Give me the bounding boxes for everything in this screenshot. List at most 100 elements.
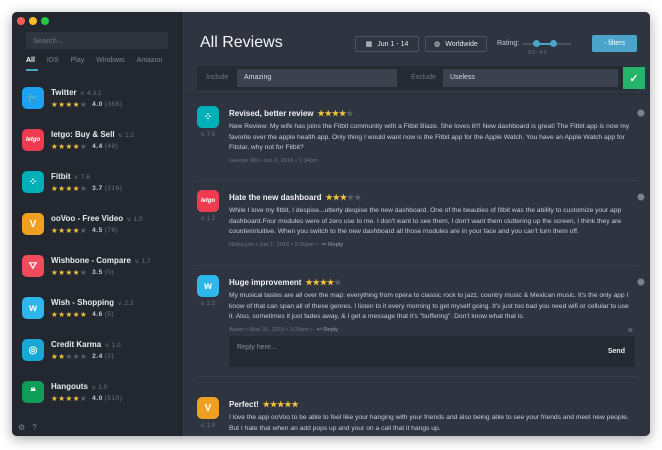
app-version: v. 1.2: [118, 132, 134, 139]
tab-all[interactable]: All: [26, 57, 35, 64]
star-icon: ★: [339, 193, 347, 202]
app-rating: 4.4: [92, 143, 103, 150]
star-icon: ★: [334, 278, 342, 287]
window-controls: [17, 17, 49, 25]
send-button[interactable]: Send: [608, 348, 625, 355]
wish-icon: w: [22, 297, 44, 319]
star-icon: ★: [65, 394, 73, 403]
app-version: v. 1.0: [127, 216, 143, 223]
search-input[interactable]: Search...: [26, 32, 168, 49]
calendar-icon: ▦: [365, 41, 373, 48]
app-name: Hangouts v. 1.0: [51, 382, 108, 391]
sidebar-app-item[interactable]: ◎ Credit Karma v. 1.0 ★ ★ ★ ★ ★ 2.4 (2): [12, 334, 182, 376]
help-icon[interactable]: ?: [32, 423, 36, 432]
star-icon: ★: [65, 268, 73, 277]
reply-link[interactable]: ↩ Reply: [317, 327, 338, 333]
review-meta: Adam • May 31, 2016 • 3:25pm • ↩ Reply: [229, 326, 339, 333]
star-icon: ★: [58, 352, 66, 361]
review-app-version: v. 2.2: [200, 301, 216, 307]
star-icon: ★: [51, 142, 59, 151]
date-range-label: Jun 1 - 14: [377, 40, 409, 48]
review-meta: NikkiLynn • Jun 1, 2016 • 5:20pm • ↩ Repl…: [229, 241, 343, 248]
tab-ios[interactable]: iOS: [47, 57, 59, 64]
sidebar-app-item[interactable]: letgo letgo: Buy & Sell v. 1.2 ★ ★ ★ ★ ★ 4.4 (48): [12, 124, 182, 166]
star-icon: ★: [65, 226, 73, 235]
region-button[interactable]: ◍ Worldwide: [425, 36, 487, 52]
fitbit-icon: ⁘: [197, 106, 219, 128]
star-icon: ★: [325, 193, 333, 202]
app-name: Wishbone - Compare v. 1.7: [51, 256, 151, 265]
star-icon: ★: [319, 278, 327, 287]
sidebar: Search... All iOS Play Windows Amazon 🐦 T…: [12, 12, 182, 436]
app-version: v. 2.2: [118, 300, 134, 307]
apply-filter-button[interactable]: ✓: [623, 67, 645, 89]
include-input[interactable]: Amazing: [237, 69, 397, 87]
review-body: While I love my fitbit, I despise...utte…: [229, 207, 622, 235]
date-range-button[interactable]: ▦ Jun 1 - 14: [355, 36, 419, 52]
app-stars: ★ ★ ★ ★ ★ 4.0 (356): [51, 100, 122, 109]
app-version: v. 4.3.1: [80, 90, 102, 97]
star-icon: ★: [51, 310, 59, 319]
star-icon: ★: [58, 394, 66, 403]
reply-link[interactable]: ↩ Reply: [322, 242, 343, 248]
review-title: Revised, better review ★★★★★: [229, 109, 354, 118]
star-icon: ★: [312, 278, 320, 287]
star-icon: ★: [332, 193, 340, 202]
app-version: v. 1.0: [105, 342, 121, 349]
active-tab-indicator: [26, 69, 38, 71]
app-review-count: (48): [104, 143, 119, 150]
tab-windows[interactable]: Windows: [96, 57, 124, 64]
review-stars: ★★★★★: [263, 400, 299, 409]
star-icon: ★: [72, 394, 80, 403]
app-rating: 4.6: [92, 311, 103, 318]
close-window-button[interactable]: [17, 17, 25, 25]
app-window: Search... All iOS Play Windows Amazon 🐦 T…: [12, 12, 650, 436]
rating-slider-min-handle[interactable]: [533, 40, 540, 47]
review-separator: [197, 180, 637, 181]
app-stars: ★ ★ ★ ★ ★ 2.4 (2): [51, 352, 114, 361]
star-icon: ★: [79, 100, 88, 109]
app-list: 🐦 Twitter v. 4.3.1 ★ ★ ★ ★ ★ 4.0 (356) letgo letgo:…: [12, 82, 182, 418]
star-icon: ★: [65, 142, 73, 151]
review-app-version: v. 1.2: [200, 216, 216, 222]
gear-icon[interactable]: ⚙: [18, 423, 25, 432]
star-icon: ★: [65, 310, 73, 319]
tab-amazon[interactable]: Amazon: [137, 57, 163, 64]
tab-play[interactable]: Play: [71, 57, 85, 64]
review-title: Hate the new dashboard ★★★★★: [229, 193, 362, 202]
app-stars: ★ ★ ★ ★ ★ 4.4 (48): [51, 142, 118, 151]
app-review-count: (510): [104, 395, 123, 402]
close-reply-icon[interactable]: ✕: [627, 326, 634, 335]
zoom-window-button[interactable]: [41, 17, 49, 25]
star-icon: ★: [65, 100, 73, 109]
wishbone-icon: ⛛: [22, 255, 44, 277]
sidebar-app-item[interactable]: ⛛ Wishbone - Compare v. 1.7 ★ ★ ★ ★ ★ 3.5 (0): [12, 250, 182, 292]
minimize-window-button[interactable]: [29, 17, 37, 25]
rating-label: Rating:: [497, 40, 520, 47]
oovoo-icon: V: [197, 397, 219, 419]
exclude-input[interactable]: Useless: [443, 69, 618, 87]
star-icon: ★: [305, 278, 313, 287]
review-title: Perfect! ★★★★★: [229, 400, 299, 409]
star-icon: ★: [72, 142, 80, 151]
review-app-version: v. 1.0: [200, 423, 216, 429]
sidebar-app-item[interactable]: 🐦 Twitter v. 4.3.1 ★ ★ ★ ★ ★ 4.0 (356): [12, 82, 182, 124]
star-icon: ★: [79, 310, 88, 319]
sidebar-app-item[interactable]: VooVoo - Free Video v. 1.0 ★ ★ ★ ★ ★ 4.5 (76): [12, 208, 182, 250]
filters-button[interactable]: - filters: [592, 35, 637, 52]
star-icon: ★: [79, 226, 88, 235]
star-icon: ★: [79, 268, 88, 277]
star-icon: ★: [51, 226, 59, 235]
sidebar-app-item[interactable]: ❝ Hangouts v. 1.0 ★ ★ ★ ★ ★ 4.0 (510): [12, 376, 182, 418]
star-icon: ★: [65, 184, 73, 193]
sidebar-footer: ⚙ ?: [18, 423, 37, 432]
sidebar-app-item[interactable]: w Wish - Shopping v. 2.2 ★ ★ ★ ★ ★ 4.6 (5): [12, 292, 182, 334]
wish-icon: w: [197, 275, 219, 297]
letgo-icon: letgo: [197, 190, 219, 212]
rating-slider-max-handle[interactable]: [550, 40, 557, 47]
reply-box[interactable]: Reply here... Send: [229, 336, 635, 367]
reply-input[interactable]: Reply here...: [237, 344, 277, 351]
sidebar-app-item[interactable]: ⁘ Fitbit v. 7.6 ★ ★ ★ ★ ★ 3.7 (216): [12, 166, 182, 208]
star-icon: ★: [79, 352, 88, 361]
rating-range-text: 3.0 - 4.0: [528, 50, 547, 56]
